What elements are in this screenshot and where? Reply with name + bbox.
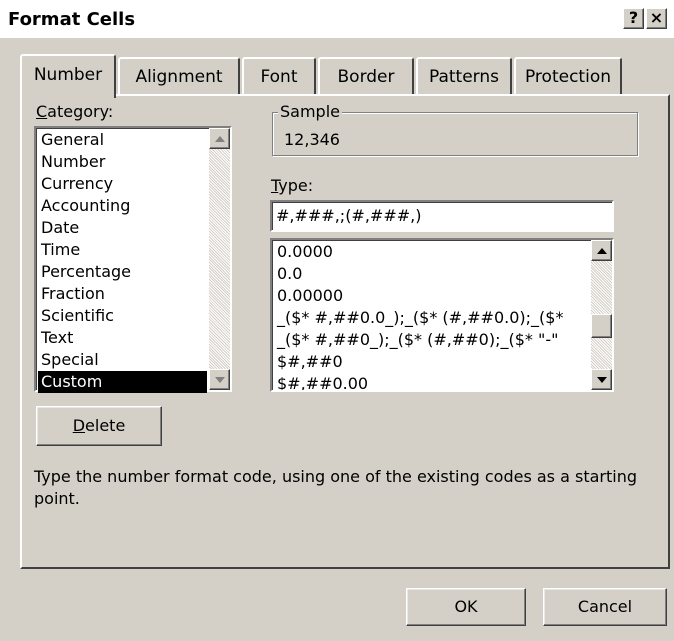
category-item[interactable]: Scientific <box>38 305 207 327</box>
category-scroll-down-button[interactable] <box>209 369 230 390</box>
category-list: General Number Currency Accounting Date Time P… <box>38 129 207 393</box>
category-item[interactable]: Special <box>38 349 207 371</box>
help-button[interactable]: ? <box>623 8 644 29</box>
type-scroll-thumb[interactable] <box>591 314 612 338</box>
type-input[interactable]: #,###,;(#,###,) <box>270 200 614 232</box>
type-label: Type: <box>271 176 314 195</box>
type-item[interactable]: 0.00000 <box>274 285 589 307</box>
type-listbox[interactable]: 0.0000 0.0 0.00000 _($* #,##0.0_);_($* (#,#… <box>270 238 614 392</box>
type-scrollbar[interactable] <box>591 240 612 390</box>
category-item[interactable]: Custom <box>38 371 207 393</box>
type-item[interactable]: 0.0 <box>274 263 589 285</box>
category-item[interactable]: Currency <box>38 173 207 195</box>
tab-font[interactable]: Font <box>242 57 316 95</box>
delete-button[interactable]: Delete <box>36 406 162 446</box>
category-item[interactable]: Date <box>38 217 207 239</box>
cancel-button[interactable]: Cancel <box>543 588 667 626</box>
scroll-down-icon <box>596 376 607 383</box>
category-item[interactable]: Time <box>38 239 207 261</box>
category-item[interactable]: Accounting <box>38 195 207 217</box>
category-item[interactable]: Fraction <box>38 283 207 305</box>
category-scroll-up-button[interactable] <box>209 128 230 149</box>
title-bar: Format Cells ? × <box>0 0 674 38</box>
type-item[interactable]: 0.0000 <box>274 241 589 263</box>
category-listbox[interactable]: General Number Currency Accounting Date Time P… <box>34 126 232 393</box>
type-item[interactable]: $#,##0 <box>274 351 589 373</box>
type-scroll-up-button[interactable] <box>591 240 612 261</box>
type-item[interactable]: $#,##0.00 <box>274 373 589 390</box>
tab-patterns[interactable]: Patterns <box>416 57 512 95</box>
type-list: 0.0000 0.0 0.00000 _($* #,##0.0_);_($* (#,#… <box>274 241 589 390</box>
category-label: Category: <box>36 102 114 121</box>
scroll-up-icon <box>214 135 225 142</box>
category-scrollbar[interactable] <box>209 128 230 390</box>
type-scroll-down-button[interactable] <box>591 369 612 390</box>
tab-protection[interactable]: Protection <box>514 57 622 95</box>
category-item[interactable]: General <box>38 129 207 151</box>
tab-number[interactable]: Number <box>20 54 116 98</box>
ok-button[interactable]: OK <box>406 588 526 626</box>
scroll-down-icon <box>214 376 225 383</box>
dialog-title: Format Cells <box>8 9 136 30</box>
tab-alignment[interactable]: Alignment <box>118 57 240 95</box>
close-button[interactable]: × <box>646 8 667 29</box>
category-item[interactable]: Percentage <box>38 261 207 283</box>
category-item[interactable]: Number <box>38 151 207 173</box>
category-item[interactable]: Text <box>38 327 207 349</box>
scroll-up-icon <box>596 247 607 254</box>
type-item[interactable]: _($* #,##0.0_);_($* (#,##0.0);_($* <box>274 307 589 329</box>
sample-value: 12,346 <box>284 130 340 149</box>
tab-border[interactable]: Border <box>318 57 414 95</box>
type-input-value: #,###,;(#,###,) <box>276 206 422 225</box>
sample-label: Sample <box>278 102 342 121</box>
type-item[interactable]: _($* #,##0_);_($* (#,##0);_($* "-" <box>274 329 589 351</box>
description-text: Type the number format code, using one o… <box>34 467 637 508</box>
